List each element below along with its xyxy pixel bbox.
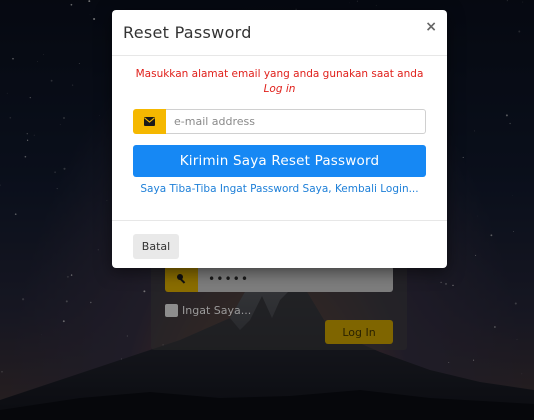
modal-footer: Batal — [112, 221, 447, 267]
login-button[interactable]: Log In — [325, 320, 393, 344]
instruction-main: Masukkan alamat email yang anda gunakan … — [135, 68, 424, 80]
modal-body: Masukkan alamat email yang anda gunakan … — [112, 56, 447, 221]
password-field-group: ••••• — [165, 266, 393, 292]
cancel-button[interactable]: Batal — [133, 234, 179, 259]
checkbox-box[interactable] — [165, 304, 178, 317]
email-input[interactable] — [166, 109, 426, 134]
key-icon — [165, 266, 198, 292]
password-input[interactable]: ••••• — [198, 266, 393, 292]
envelope-icon — [133, 109, 166, 134]
send-reset-button[interactable]: Kirimin Saya Reset Password — [133, 145, 426, 177]
close-button[interactable]: × — [425, 19, 437, 35]
email-field-group — [133, 109, 426, 134]
back-to-login-link[interactable]: Saya Tiba-Tiba Ingat Password Saya, Kemb… — [132, 182, 427, 197]
instruction-text: Masukkan alamat email yang anda gunakan … — [132, 67, 427, 97]
reset-password-modal: Reset Password × Masukkan alamat email y… — [112, 10, 447, 268]
modal-title: Reset Password — [123, 23, 252, 42]
remember-me-checkbox[interactable]: Ingat Saya... — [165, 304, 251, 317]
instruction-emphasis: Log in — [263, 83, 296, 95]
modal-header: Reset Password × — [112, 10, 447, 56]
remember-me-label: Ingat Saya... — [182, 304, 252, 317]
